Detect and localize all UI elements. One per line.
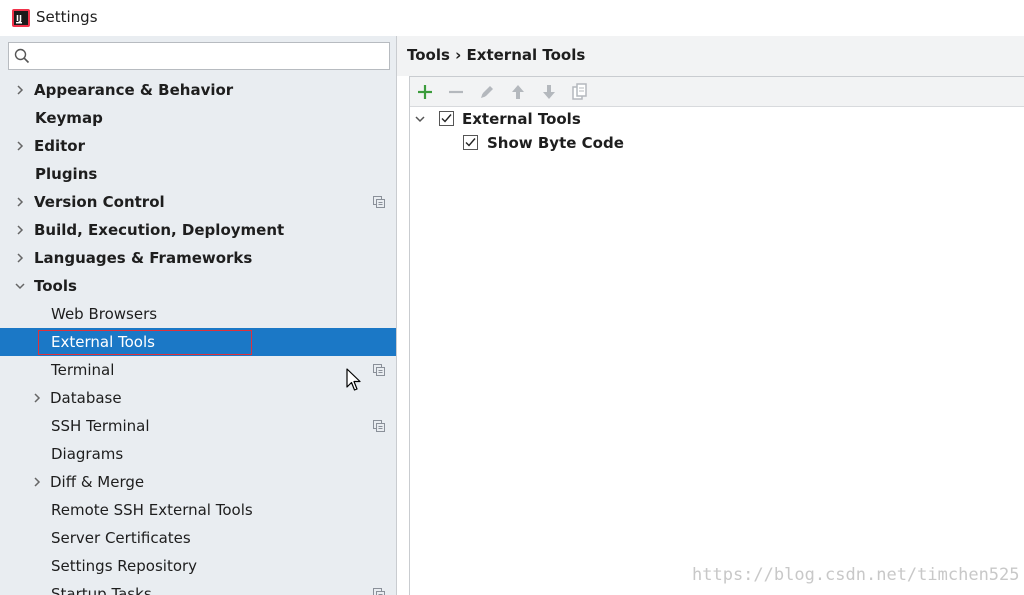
search-box[interactable] (8, 42, 390, 70)
content-header: Tools › External Tools (397, 36, 1024, 76)
chevron-right-icon[interactable] (32, 477, 42, 487)
sidebar-item-label: Terminal (51, 361, 115, 379)
sidebar-item-diff-merge[interactable]: Diff & Merge (0, 468, 396, 496)
sidebar-item-terminal[interactable]: Terminal (0, 356, 396, 384)
sidebar-item-label: Database (50, 389, 122, 407)
sidebar-item-label: Diagrams (51, 445, 124, 463)
sidebar-item-languages-frameworks[interactable]: Languages & Frameworks (0, 244, 396, 272)
project-level-icon (373, 364, 385, 376)
sidebar-item-label: Version Control (34, 193, 165, 211)
title-bar: IJ Settings (0, 0, 1024, 36)
watermark-text: https://blog.csdn.net/timchen525 (692, 565, 1020, 585)
sidebar-item-server-certificates[interactable]: Server Certificates (0, 524, 396, 552)
chevron-right-icon[interactable] (15, 225, 25, 235)
sidebar-item-external-tools[interactable]: External Tools (0, 328, 396, 356)
sidebar-item-remote-ssh-external-tools[interactable]: Remote SSH External Tools (0, 496, 396, 524)
copy-icon[interactable] (570, 82, 590, 102)
sidebar-item-label: Build, Execution, Deployment (34, 221, 285, 239)
project-level-icon (373, 588, 385, 595)
external-tools-tree: External Tools Show Byte Code (410, 107, 1024, 155)
checkmark-icon (465, 138, 476, 147)
remove-icon[interactable] (446, 82, 466, 102)
checkmark-icon (441, 114, 452, 123)
sidebar-item-label: SSH Terminal (51, 417, 150, 435)
svg-text:IJ: IJ (16, 14, 22, 23)
external-tools-panel: External Tools Show Byte Code (409, 76, 1024, 595)
sidebar-item-editor[interactable]: Editor (0, 132, 396, 160)
project-level-icon (373, 420, 385, 432)
chevron-right-icon[interactable] (15, 197, 25, 207)
group-checkbox[interactable] (439, 111, 454, 126)
sidebar-item-label: Server Certificates (51, 529, 191, 547)
sidebar-item-settings-repository[interactable]: Settings Repository (0, 552, 396, 580)
sidebar-item-plugins[interactable]: Plugins (0, 160, 396, 188)
move-down-icon[interactable] (539, 82, 559, 102)
add-icon[interactable] (415, 82, 435, 102)
tools-toolbar (410, 77, 1024, 107)
tool-item-label: Show Byte Code (487, 134, 624, 152)
tool-item-row[interactable]: Show Byte Code (410, 131, 1024, 155)
sidebar-item-label: Settings Repository (51, 557, 198, 575)
highlight-box (38, 330, 252, 355)
sidebar-item-label: Web Browsers (51, 305, 158, 323)
tool-group-row[interactable]: External Tools (410, 107, 1024, 131)
sidebar-item-web-browsers[interactable]: Web Browsers (0, 300, 396, 328)
sidebar-item-appearance-behavior[interactable]: Appearance & Behavior (0, 76, 396, 104)
settings-content: Tools › External Tools External Tools Sh… (397, 36, 1024, 595)
chevron-down-icon[interactable] (15, 281, 25, 291)
sidebar-item-ssh-terminal[interactable]: SSH Terminal (0, 412, 396, 440)
edit-icon[interactable] (477, 82, 497, 102)
sidebar-item-label: Remote SSH External Tools (51, 501, 253, 519)
project-level-icon (373, 196, 385, 208)
sidebar-item-version-control[interactable]: Version Control (0, 188, 396, 216)
sidebar-item-label: Plugins (35, 165, 98, 183)
sidebar-item-label: Appearance & Behavior (34, 81, 234, 99)
sidebar-item-label: Diff & Merge (50, 473, 145, 491)
sidebar-item-diagrams[interactable]: Diagrams (0, 440, 396, 468)
sidebar-item-label: Startup Tasks (51, 585, 152, 595)
search-icon (14, 48, 30, 64)
chevron-down-icon[interactable] (415, 114, 425, 124)
tool-group-label: External Tools (462, 110, 581, 128)
sidebar-item-build-execution-deployment[interactable]: Build, Execution, Deployment (0, 216, 396, 244)
sidebar-item-label: Keymap (35, 109, 103, 127)
chevron-right-icon[interactable] (15, 141, 25, 151)
search-input[interactable] (35, 46, 385, 66)
sidebar-item-database[interactable]: Database (0, 384, 396, 412)
breadcrumb: Tools › External Tools (407, 46, 586, 64)
sidebar-item-startup-tasks[interactable]: Startup Tasks (0, 580, 396, 595)
window-title: Settings (36, 8, 98, 26)
sidebar-item-label: Tools (34, 277, 77, 295)
intellij-logo-icon: IJ (12, 9, 30, 27)
sidebar-item-label: Editor (34, 137, 85, 155)
sidebar-item-label: Languages & Frameworks (34, 249, 253, 267)
mouse-cursor-icon (346, 368, 361, 391)
sidebar-item-keymap[interactable]: Keymap (0, 104, 396, 132)
tool-item-checkbox[interactable] (463, 135, 478, 150)
chevron-right-icon[interactable] (15, 253, 25, 263)
chevron-right-icon[interactable] (32, 393, 42, 403)
sidebar-item-tools[interactable]: Tools (0, 272, 396, 300)
settings-tree: Appearance & Behavior Keymap Editor Plugins… (0, 76, 396, 595)
move-up-icon[interactable] (508, 82, 528, 102)
settings-sidebar: Appearance & Behavior Keymap Editor Plugins… (0, 36, 397, 595)
chevron-right-icon[interactable] (15, 85, 25, 95)
